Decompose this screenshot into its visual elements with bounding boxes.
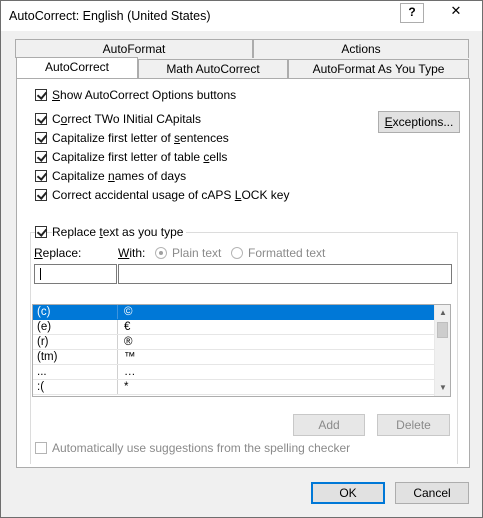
two-initial-checkbox[interactable] (35, 113, 47, 125)
table-row[interactable]: :( * (33, 380, 434, 395)
replace-input[interactable] (34, 264, 117, 284)
formatted-text-radio[interactable] (231, 247, 243, 259)
caps-lock-label: Correct accidental usage of cAPS LOCK ke… (52, 188, 290, 202)
show-options-label: Show AutoCorrect Options buttons (52, 88, 237, 102)
close-button[interactable]: ✕ (435, 1, 477, 21)
replace-label: Replace: (34, 246, 82, 260)
plain-text-radio[interactable] (155, 247, 167, 259)
table-row[interactable]: (tm) ™ (33, 350, 434, 365)
list-scrollbar[interactable]: ▲ ▼ (434, 305, 450, 396)
plain-text-label: Plain text (172, 246, 222, 260)
text-caret (40, 268, 41, 280)
autocorrect-entries-list[interactable]: (c) © (e) € (r) ® (tm) ™ ... … :( * ▲ ▼ (32, 304, 451, 397)
replace-text-label: Replace text as you type (52, 225, 187, 239)
help-button[interactable]: ? (400, 3, 424, 23)
caps-lock-checkbox[interactable] (35, 189, 47, 201)
autocorrect-dialog: AutoCorrect: English (United States) ? ✕… (0, 0, 483, 518)
table-row[interactable]: (c) © (33, 305, 434, 320)
tab-autoformat[interactable]: AutoFormat (15, 39, 253, 58)
cap-table-checkbox[interactable] (35, 151, 47, 163)
tab-math-autocorrect[interactable]: Math AutoCorrect (138, 59, 288, 78)
with-label: With: (118, 246, 146, 260)
formatted-text-label: Formatted text (248, 246, 326, 260)
delete-button[interactable]: Delete (377, 414, 450, 436)
title-bar: AutoCorrect: English (United States) ? ✕ (1, 1, 482, 31)
exceptions-button[interactable]: Exceptions... (378, 111, 460, 133)
add-button[interactable]: Add (293, 414, 365, 436)
table-row[interactable]: (r) ® (33, 335, 434, 350)
show-options-checkbox[interactable] (35, 89, 47, 101)
close-icon: ✕ (450, 3, 462, 18)
scroll-thumb[interactable] (437, 322, 448, 338)
cap-sentences-checkbox[interactable] (35, 132, 47, 144)
with-input[interactable] (118, 264, 452, 284)
ok-button[interactable]: OK (311, 482, 385, 504)
scroll-up-icon[interactable]: ▲ (439, 309, 447, 317)
replace-text-checkbox[interactable] (35, 226, 47, 238)
tab-actions[interactable]: Actions (253, 39, 469, 58)
table-row[interactable]: ... … (33, 365, 434, 380)
cap-days-label: Capitalize names of days (52, 169, 187, 183)
spelling-suggestions-label: Automatically use suggestions from the s… (52, 441, 351, 455)
window-title: AutoCorrect: English (United States) (9, 9, 211, 23)
cap-sentences-label: Capitalize first letter of sentences (52, 131, 229, 145)
cap-days-checkbox[interactable] (35, 170, 47, 182)
two-initial-label: Correct TWo INitial CApitals (52, 112, 201, 126)
cap-table-label: Capitalize first letter of table cells (52, 150, 228, 164)
tab-autoformat-as-you-type[interactable]: AutoFormat As You Type (288, 59, 469, 78)
cancel-button[interactable]: Cancel (395, 482, 469, 504)
tab-autocorrect[interactable]: AutoCorrect (16, 57, 138, 78)
spelling-suggestions-checkbox[interactable] (35, 442, 47, 454)
scroll-down-icon[interactable]: ▼ (439, 384, 447, 392)
table-row[interactable]: (e) € (33, 320, 434, 335)
